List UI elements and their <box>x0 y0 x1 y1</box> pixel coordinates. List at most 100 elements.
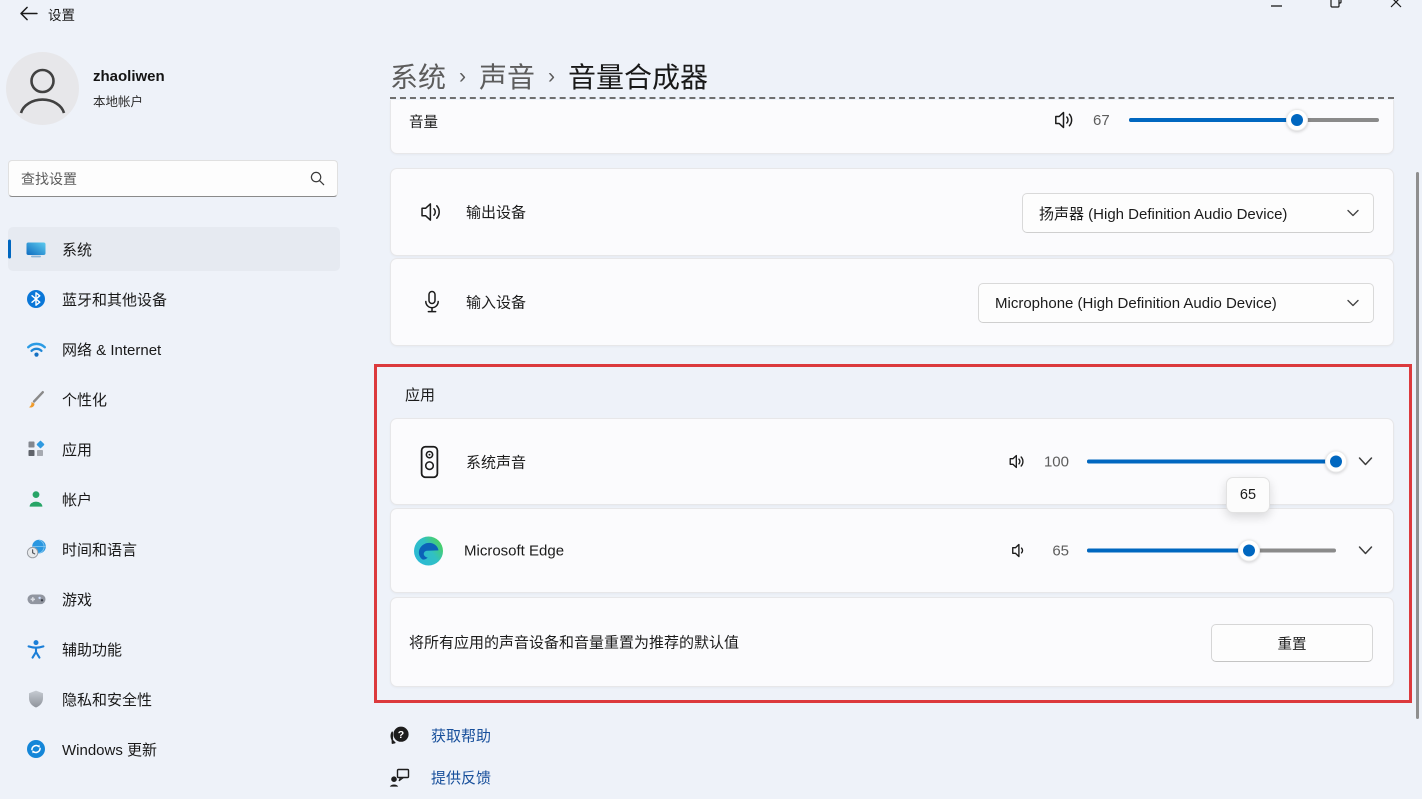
get-help-link[interactable]: ? 获取帮助 <box>388 724 491 747</box>
sidebar-item-label: 蓝牙和其他设备 <box>62 289 167 310</box>
brush-icon <box>25 388 47 410</box>
sidebar-item-accessibility[interactable]: 辅助功能 <box>8 627 340 671</box>
slider-fill <box>1087 549 1249 553</box>
person-icon <box>6 52 79 125</box>
sidebar-item-system[interactable]: 系统 <box>8 227 340 271</box>
minimize-button[interactable] <box>1253 0 1299 13</box>
breadcrumb-sound[interactable]: 声音 <box>479 56 535 96</box>
microsoft-edge-row: Microsoft Edge 65 <box>390 508 1394 593</box>
input-device-card: 输入设备 Microphone (High Definition Audio D… <box>390 258 1394 346</box>
speaker-icon[interactable] <box>1053 110 1077 130</box>
avatar[interactable] <box>6 52 79 125</box>
vertical-scrollbar[interactable] <box>1416 172 1419 719</box>
sidebar-item-privacy-security[interactable]: 隐私和安全性 <box>8 677 340 721</box>
breadcrumb-separator: › <box>459 63 466 89</box>
slider-fill <box>1087 460 1336 464</box>
sidebar-nav: 系统 蓝牙和其他设备 网络 & Internet 个性化 应用 <box>8 227 340 777</box>
sidebar-item-label: 辅助功能 <box>62 639 122 660</box>
apps-section-title: 应用 <box>405 384 435 405</box>
sidebar-item-accounts[interactable]: 帐户 <box>8 477 340 521</box>
slider-thumb[interactable] <box>1325 451 1347 473</box>
sidebar-item-label: 时间和语言 <box>62 539 137 560</box>
app-name: Microsoft Edge <box>464 542 564 559</box>
microphone-icon <box>422 289 442 315</box>
get-help-label: 获取帮助 <box>431 725 491 746</box>
input-device-label: 输入设备 <box>466 292 526 313</box>
slider-thumb[interactable] <box>1286 109 1308 131</box>
sidebar-item-label: 应用 <box>62 439 92 460</box>
system-sounds-slider[interactable] <box>1087 460 1336 464</box>
settings-window: 设置 zhaoliwen 本地帐户 系统 <box>0 0 1422 799</box>
sidebar-item-label: 游戏 <box>62 589 92 610</box>
breadcrumb: 系统 › 声音 › 音量合成器 <box>390 56 708 96</box>
restore-button[interactable] <box>1313 0 1359 13</box>
sidebar-item-label: 个性化 <box>62 389 107 410</box>
chevron-down-icon <box>1347 299 1359 307</box>
volume-card: 音量 67 <box>390 100 1394 154</box>
reset-description: 将所有应用的声音设备和音量重置为推荐的默认值 <box>409 632 739 653</box>
speaker-icon[interactable] <box>1008 454 1027 470</box>
slider-thumb[interactable] <box>1238 540 1260 562</box>
chevron-down-icon <box>1347 209 1359 217</box>
system-sounds-icon <box>419 445 440 479</box>
user-name: zhaoliwen <box>93 68 165 85</box>
wifi-icon <box>25 338 47 360</box>
search-input[interactable] <box>9 171 310 187</box>
output-device-select[interactable]: 扬声器 (High Definition Audio Device) <box>1022 193 1374 233</box>
volume-label: 音量 <box>409 111 438 132</box>
sidebar-item-network-internet[interactable]: 网络 & Internet <box>8 327 340 371</box>
speaker-icon[interactable] <box>1010 543 1027 559</box>
app-volume-value: 100 <box>1035 453 1069 470</box>
sidebar-item-apps[interactable]: 应用 <box>8 427 340 471</box>
input-device-select[interactable]: Microphone (High Definition Audio Device… <box>978 283 1374 323</box>
breadcrumb-separator: › <box>548 63 555 89</box>
restore-icon <box>1330 0 1342 8</box>
sidebar-item-gaming[interactable]: 游戏 <box>8 577 340 621</box>
help-bubble-icon: ? <box>388 724 411 747</box>
breadcrumb-system[interactable]: 系统 <box>390 56 446 96</box>
volume-value: 67 <box>1093 112 1123 129</box>
apps-icon <box>25 438 47 460</box>
reset-button[interactable]: 重置 <box>1211 624 1373 662</box>
back-arrow-icon <box>19 6 38 21</box>
sidebar-item-label: 网络 & Internet <box>62 339 161 360</box>
back-button[interactable] <box>15 2 41 24</box>
app-volume-value: 65 <box>1035 542 1069 559</box>
close-icon <box>1390 0 1402 8</box>
edge-volume-slider[interactable] <box>1087 549 1336 553</box>
selected-indicator <box>8 240 11 259</box>
search-icon[interactable] <box>310 171 325 186</box>
sidebar-item-time-language[interactable]: 时间和语言 <box>8 527 340 571</box>
user-account-type: 本地帐户 <box>93 91 143 110</box>
reset-card: 将所有应用的声音设备和音量重置为推荐的默认值 重置 <box>390 597 1394 687</box>
svg-text:?: ? <box>398 729 404 741</box>
page-title: 音量合成器 <box>568 56 708 96</box>
expand-chevron-icon[interactable] <box>1358 546 1373 556</box>
windows-update-icon <box>25 738 47 760</box>
sidebar-item-windows-update[interactable]: Windows 更新 <box>8 727 340 771</box>
feedback-icon <box>388 766 411 789</box>
sidebar-item-label: 系统 <box>62 239 92 260</box>
feedback-link[interactable]: 提供反馈 <box>388 766 491 789</box>
close-button[interactable] <box>1373 0 1419 13</box>
search-box[interactable] <box>8 160 338 197</box>
sidebar-item-personalization[interactable]: 个性化 <box>8 377 340 421</box>
app-name: 系统声音 <box>466 451 526 472</box>
feedback-label: 提供反馈 <box>431 767 491 788</box>
speaker-icon <box>419 201 445 223</box>
window-title: 设置 <box>48 4 75 24</box>
expand-chevron-icon[interactable] <box>1358 457 1373 467</box>
bluetooth-icon <box>25 288 47 310</box>
gamepad-icon <box>25 588 47 610</box>
slider-fill <box>1129 118 1297 122</box>
output-device-label: 输出设备 <box>466 202 526 223</box>
output-device-value: 扬声器 (High Definition Audio Device) <box>1023 203 1337 224</box>
slider-value-tooltip: 65 <box>1226 477 1270 513</box>
sidebar-item-bluetooth-devices[interactable]: 蓝牙和其他设备 <box>8 277 340 321</box>
focus-outline <box>390 97 1394 99</box>
output-device-card: 输出设备 扬声器 (High Definition Audio Device) <box>390 168 1394 256</box>
volume-slider[interactable] <box>1129 118 1379 122</box>
sidebar-item-label: Windows 更新 <box>62 739 157 760</box>
minimize-icon <box>1271 0 1282 7</box>
account-icon <box>25 488 47 510</box>
